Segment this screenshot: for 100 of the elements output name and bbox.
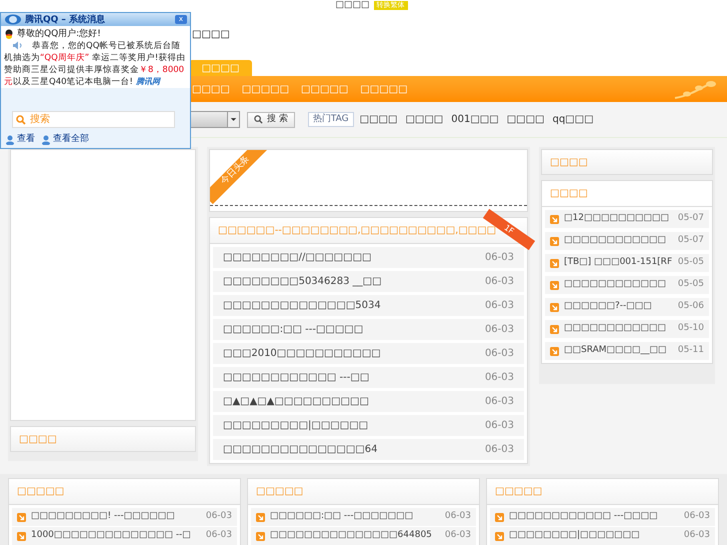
row-date: 06-03 — [684, 510, 710, 524]
search-field[interactable]: 搜索 — [12, 111, 175, 128]
list-row[interactable]: [TB□] □□□001-151[RF 05-05 — [545, 254, 709, 272]
row-date: 05-07 — [678, 234, 704, 248]
list-row[interactable]: □□SRAM□□□□__□□ 05-11 — [545, 342, 709, 360]
row-title: □□□□□□?--□□□ — [564, 300, 653, 314]
row-date: 06-03 — [444, 510, 471, 524]
row-title: □□□□□□□□□□□□□□□64 — [223, 443, 378, 457]
row-date: 06-03 — [484, 395, 514, 409]
row-date: 06-03 — [484, 275, 514, 289]
tag-link[interactable]: □□□□ — [405, 112, 444, 127]
row-title: □□□□□□□□□□□□ — [564, 322, 668, 336]
arrow-icon — [550, 302, 559, 312]
header-text: □□□□ — [192, 28, 230, 42]
search-button[interactable]: 搜 索 — [247, 112, 295, 128]
arrow-icon — [256, 532, 265, 540]
list-row[interactable]: □□□□□□□□□! ---□□□□□□ 06-03 — [12, 508, 237, 526]
row-title: □□SRAM□□□□__□□ — [564, 344, 668, 358]
list-row[interactable]: □▲□▲□▲□□□□□□□□□□ 06-03 — [213, 391, 524, 412]
list-row[interactable]: □□□□□□□□□|□□□□□□ 06-03 — [213, 415, 524, 436]
tag-link[interactable]: 001□□□ — [451, 112, 499, 127]
arrow-icon — [550, 280, 559, 290]
row-date: 05-05 — [678, 256, 704, 270]
arrow-icon — [495, 532, 504, 540]
search-icon — [254, 115, 263, 124]
row-date: 05-06 — [678, 300, 704, 314]
user-icon — [41, 135, 51, 145]
popup-link[interactable]: 查看全部 — [41, 133, 89, 147]
list-row[interactable]: □□□□□□□□□□□□ 05-10 — [545, 320, 709, 338]
list-row[interactable]: □□□□□□□□□□□□□□□644805 06-03 — [251, 527, 476, 545]
row-date: 05-10 — [678, 322, 704, 336]
row-date: 05-11 — [678, 344, 704, 358]
list-row[interactable]: □□□□□□□□□□□□ 05-07 — [545, 232, 709, 250]
card-title: □□□□□ — [495, 485, 542, 499]
arrow-icon — [550, 214, 559, 224]
popup-link[interactable]: 查看 — [5, 133, 35, 147]
row-date: 05-05 — [678, 278, 704, 292]
speaker-icon — [12, 41, 24, 50]
row-title: □□□□□□□□□□□□ ---□□□□ — [509, 510, 659, 524]
arrow-icon — [495, 512, 504, 522]
row-date: 06-03 — [484, 443, 514, 457]
list-row[interactable]: □□□□□□□□//□□□□□□□ 06-03 — [213, 247, 524, 268]
search-icon — [16, 114, 26, 124]
card-title: □□□□□ — [256, 485, 304, 499]
card-title: □□□□ — [550, 187, 588, 201]
list-row[interactable]: □□□□□□?--□□□ 05-06 — [545, 298, 709, 316]
row-title: □□□□□□□□□□□□ — [564, 234, 668, 248]
tag-label: 热门TAG — [308, 112, 354, 127]
row-title: □□□□□□□□□□□□□□5034 — [223, 299, 382, 313]
row-title: □□□□□□□□//□□□□□□□ — [223, 251, 372, 265]
arrow-icon — [17, 512, 26, 522]
headline-ribbon: 今日头条 — [210, 150, 270, 204]
arrow-icon — [550, 346, 559, 356]
row-date: 06-03 — [684, 529, 710, 542]
row-title: □□□2010□□□□□□□□□□□ — [223, 347, 382, 361]
arrow-icon — [550, 324, 559, 334]
row-date: 06-03 — [484, 347, 514, 361]
row-date: 06-03 — [444, 529, 471, 542]
list-row[interactable]: 1000□□□□□□□□□□□□□□ --□ 06-03 — [12, 527, 237, 545]
tag-link[interactable]: qq□□□ — [552, 112, 594, 127]
tag-link[interactable]: □□□□ — [506, 112, 544, 127]
list-row[interactable]: □□□□□□□□□□□□ ---□□□□ 06-03 — [490, 508, 715, 526]
popup-title: 腾讯QQ – 系统消息 — [25, 14, 106, 26]
card-title: □□□□ — [19, 432, 57, 446]
list-row[interactable]: □□□□□□□□|□□□□□□□ 06-03 — [490, 527, 715, 545]
arrow-icon — [256, 512, 265, 522]
row-title: 1000□□□□□□□□□□□□□□ --□ — [31, 529, 192, 542]
arrow-icon — [550, 258, 559, 268]
row-title: □□□□□□□□□□□□ — [564, 278, 668, 292]
list-row[interactable]: □□□□□□□□□□□□□□□64 06-03 — [213, 439, 524, 460]
greeting-text: 尊敬的QQ用户:您好! — [17, 28, 101, 40]
list-row[interactable]: □□□□□□□□□□□□□□5034 06-03 — [213, 295, 524, 316]
list-row[interactable]: □□□□□□□□□□□□ ---□□ 06-03 — [213, 367, 524, 388]
list-row[interactable]: □□□2010□□□□□□□□□□□ 06-03 — [213, 343, 524, 364]
row-date: 06-03 — [484, 251, 514, 265]
list-row[interactable]: □□□□□□□□50346283 __□□ 06-03 — [213, 271, 524, 292]
row-title: □□□□□□□□□! ---□□□□□□ — [31, 510, 176, 524]
row-title: [TB□] □□□001-151[RF — [564, 256, 673, 270]
arrow-icon — [17, 532, 26, 540]
tag-link[interactable]: □□□□ — [360, 112, 398, 127]
tencent-logo: 腾讯网 — [136, 77, 160, 86]
card-title: □□□□ — [550, 156, 588, 170]
row-date: 05-07 — [678, 212, 704, 226]
row-title: □12□□□□□□□□□□ — [564, 212, 670, 226]
row-date: 06-03 — [206, 510, 232, 524]
row-title: □▲□▲□▲□□□□□□□□□□ — [223, 395, 370, 409]
list-row[interactable]: □□□□□□:□□ ---□□□□□□□ 06-03 — [251, 508, 476, 526]
list-row[interactable]: □12□□□□□□□□□□ 05-07 — [545, 210, 709, 228]
row-title: □□□□□□□□|□□□□□□□ — [509, 529, 641, 542]
row-date: 06-03 — [484, 299, 514, 313]
row-title: □□□□□□:□□ ---□□□□□ — [223, 323, 364, 337]
list-row[interactable]: □□□□□□:□□ ---□□□□□ 06-03 — [213, 319, 524, 340]
top-link[interactable]: □□□□ — [335, 0, 370, 11]
row-date: 06-03 — [484, 323, 514, 337]
row-title: □□□□□□□□□□□□ ---□□ — [223, 371, 370, 385]
row-date: 06-03 — [484, 371, 514, 385]
row-date: 06-03 — [206, 529, 232, 542]
arrow-icon — [550, 236, 559, 246]
list-row[interactable]: □□□□□□□□□□□□ 05-05 — [545, 276, 709, 294]
row-title: □□□□□□□□□|□□□□□□ — [223, 419, 370, 433]
